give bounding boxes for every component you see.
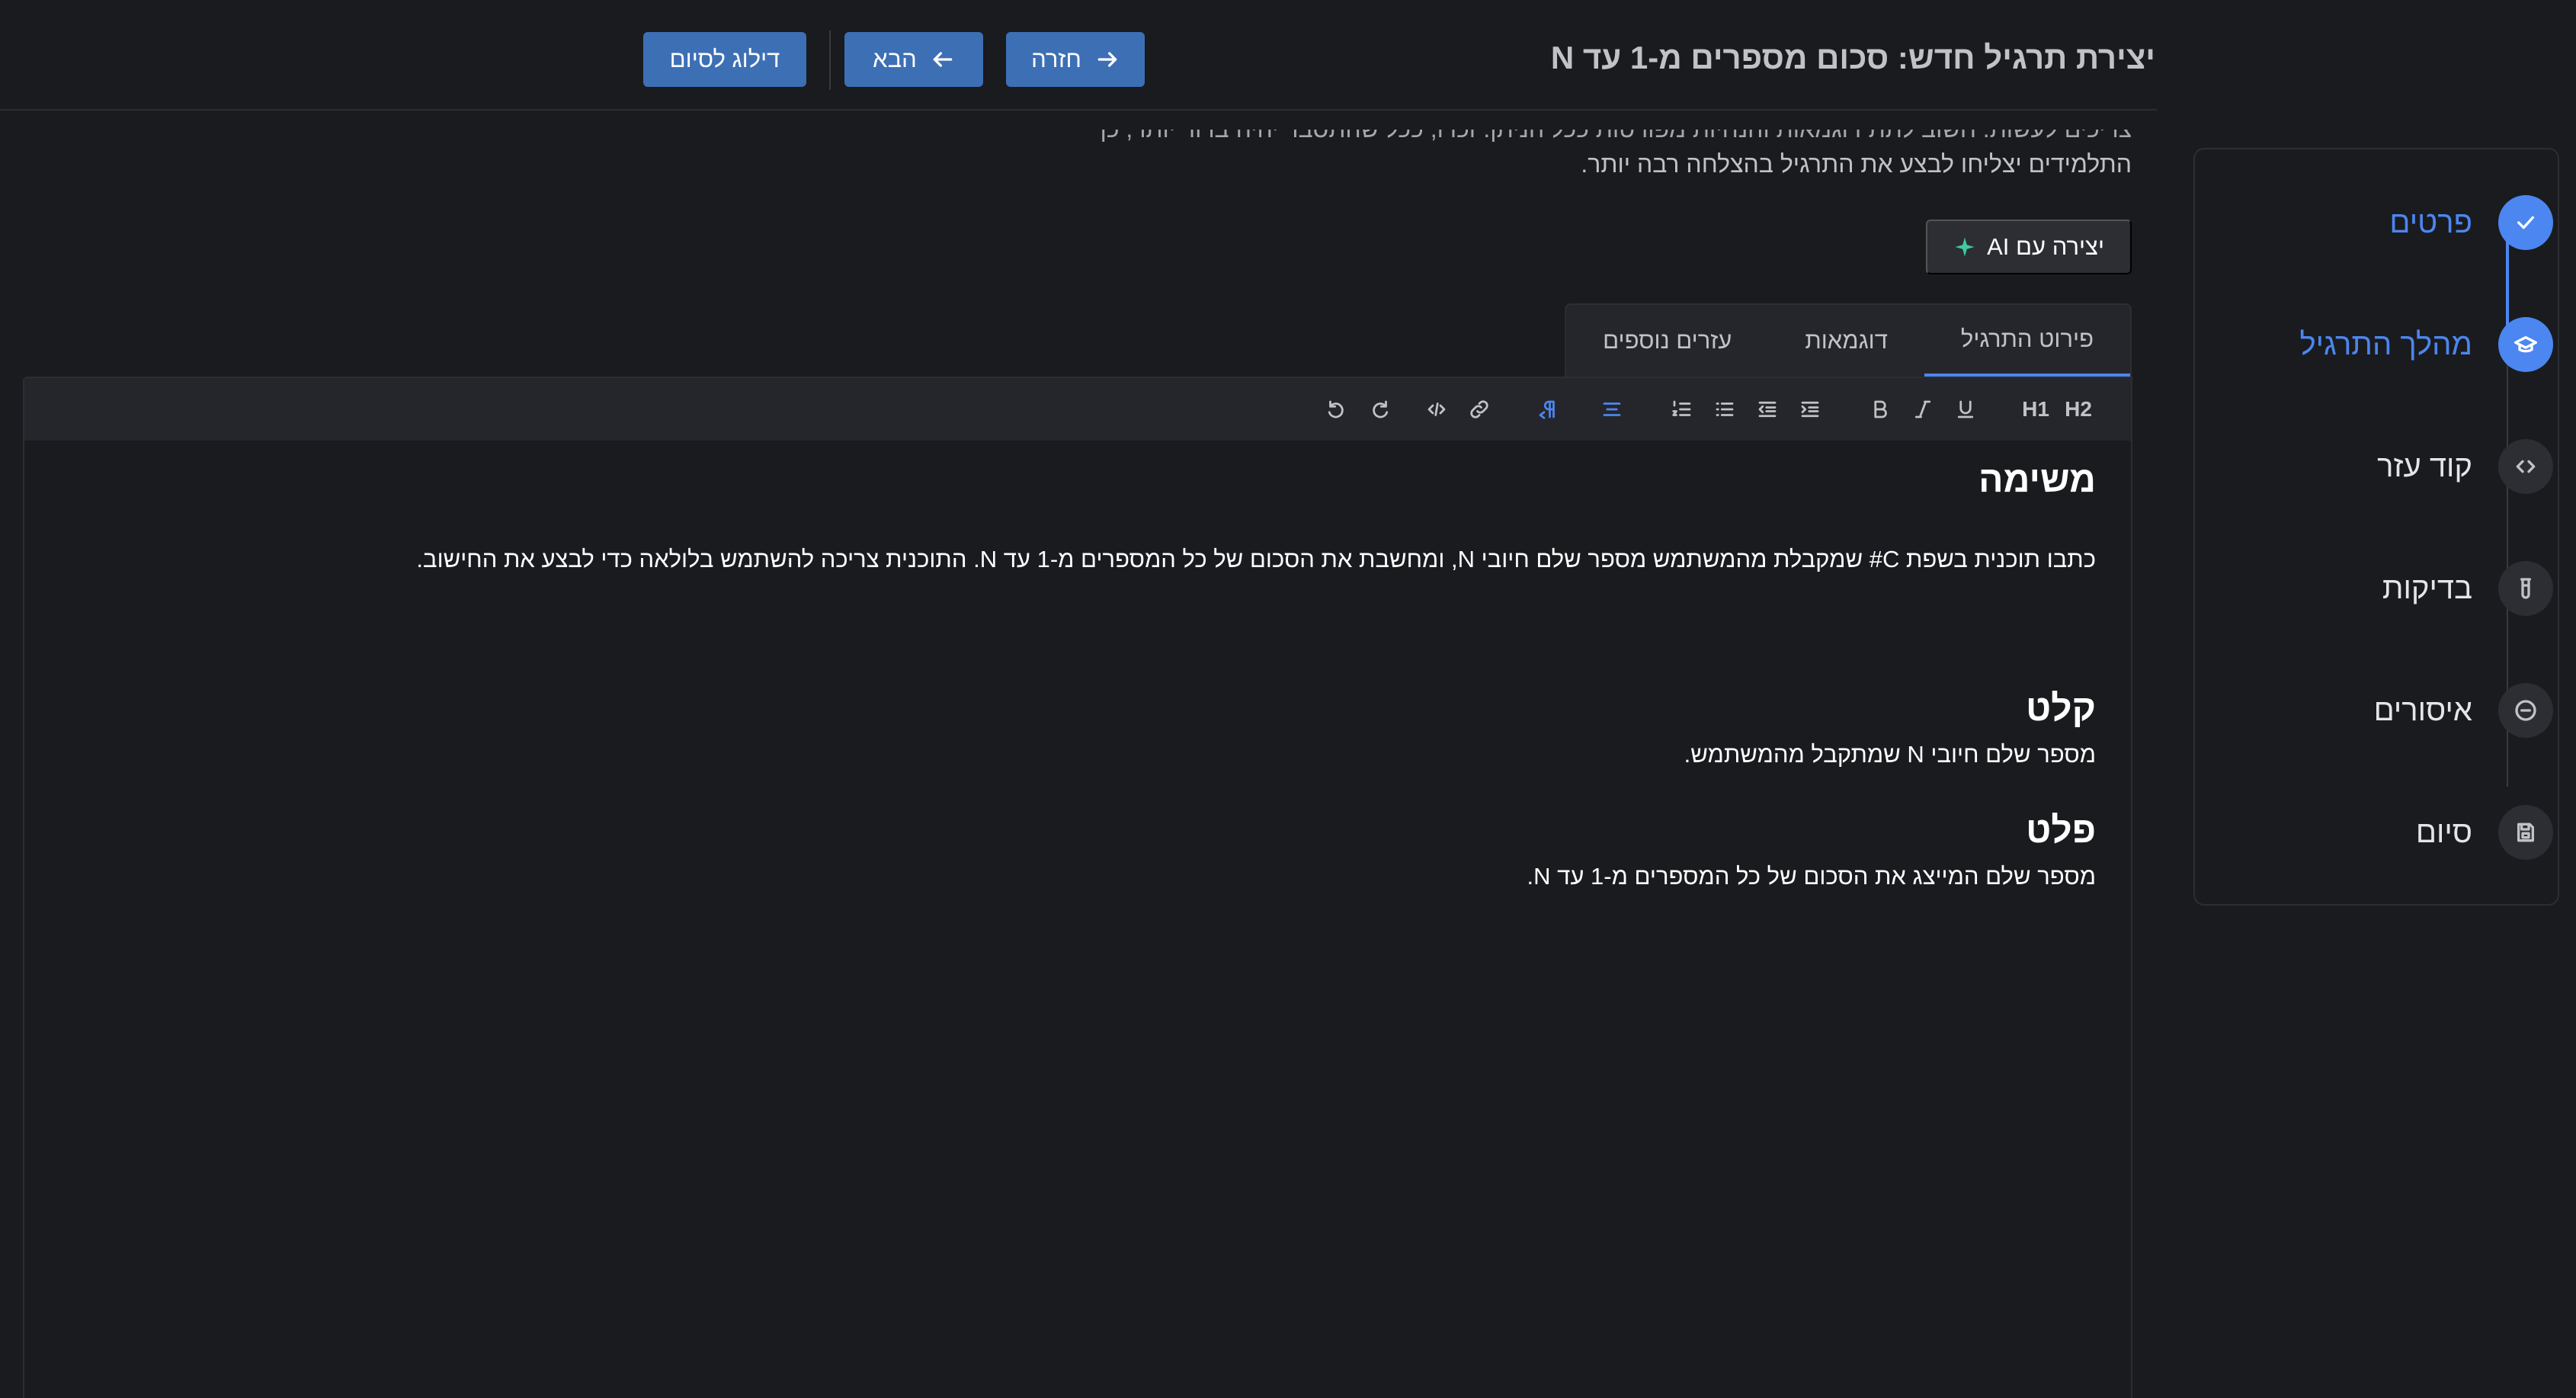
page-title: יצירת תרגיל חדש: סכום מספרים מ-1 עד N <box>1550 40 2155 75</box>
wizard-stepper <box>2193 148 2559 906</box>
align-center-icon <box>1603 402 1621 416</box>
italic-icon <box>1914 400 1931 418</box>
header-divider <box>829 30 831 90</box>
tab-exercise-details[interactable]: פירוט התרגיל <box>1924 305 2130 377</box>
output-text: מספר שלם המייצג את הסכום של כל המספרים מ… <box>1527 863 2096 890</box>
ordered-list-button[interactable] <box>1666 393 1698 425</box>
ai-button-label: יצירה עם AI <box>1987 233 2104 260</box>
indent-icon <box>1801 401 1819 418</box>
instructions-text: צריכים לעשות. חשוב לתת דוגמאות והנחיות מ… <box>988 130 2132 200</box>
undo-icon <box>1328 400 1344 418</box>
task-text: כתבו תוכנית בשפת C# שמקבלת מהמשתמש מספר … <box>416 546 2096 572</box>
step-restrictions[interactable]: איסורים <box>2374 683 2553 738</box>
underline-button[interactable] <box>1950 393 1982 425</box>
redo-icon <box>1373 400 1389 418</box>
input-text: מספר שלם חיובי N שמתקבל מהמשתמש. <box>1684 741 2096 768</box>
heading-2-button[interactable]: H2 <box>2062 393 2094 425</box>
numbered-list-icon <box>1672 400 1691 416</box>
heading-1-label: H1 <box>2022 397 2049 421</box>
content-tabs: פירוט התרגיל דוגמאות עזרים נוספים <box>1565 303 2132 377</box>
bold-button[interactable] <box>1864 393 1896 425</box>
check-icon <box>2517 216 2534 229</box>
code-icon <box>2516 460 2536 473</box>
bold-icon <box>1874 400 1887 418</box>
step-finish-label: סיום <box>2415 815 2472 849</box>
code-icon <box>1427 402 1446 416</box>
bullet-list-button[interactable] <box>1709 393 1741 425</box>
step-details-circle <box>2498 195 2553 250</box>
minus-circle-icon <box>2515 700 2536 721</box>
step-finish-circle <box>2498 805 2553 860</box>
back-button[interactable]: חזרה <box>1006 32 1145 87</box>
arrow-right-icon <box>1097 52 1117 67</box>
underline-icon <box>1957 400 1974 418</box>
step-tests-circle <box>2498 561 2553 616</box>
graduation-cap-icon <box>2514 336 2537 353</box>
save-icon <box>2517 822 2534 842</box>
heading-2-label: H2 <box>2065 397 2092 421</box>
outdent-button[interactable] <box>1751 393 1783 425</box>
test-tube-icon <box>2520 578 2531 599</box>
link-icon <box>1470 400 1488 418</box>
sparkle-icon <box>1955 237 1975 257</box>
instructions-line-1: צריכים לעשות. חשוב לתת דוגמאות והנחיות מ… <box>988 130 2132 146</box>
skip-button-label: דילוג לסיום <box>669 46 780 72</box>
step-restrictions-label: איסורים <box>2373 693 2472 727</box>
tab-additional-aids[interactable]: עזרים נוספים <box>1566 305 1768 377</box>
output-heading: פלט <box>2026 810 2096 851</box>
next-button-label: הבא <box>873 46 917 72</box>
italic-button[interactable] <box>1907 393 1939 425</box>
step-tests-label: בדיקות <box>2382 571 2472 605</box>
list-icon <box>1716 402 1734 416</box>
instructions-line-2: התלמידים יצליחו לבצע את התרגיל בהצלחה רב… <box>1581 150 2132 178</box>
step-tests[interactable]: בדיקות <box>2382 561 2553 616</box>
step-helper-code-label: קוד עזר <box>2377 449 2472 483</box>
next-button[interactable]: הבא <box>844 32 983 87</box>
editor-toolbar: H2 H1 <box>24 378 2131 441</box>
step-finish[interactable]: סיום <box>2416 805 2553 860</box>
step-exercise-flow-label: מהלך התרגיל <box>2299 327 2472 361</box>
text-direction-button[interactable] <box>1532 393 1564 425</box>
align-center-button[interactable] <box>1596 393 1628 425</box>
skip-to-end-button[interactable]: דילוג לסיום <box>643 32 806 87</box>
outdent-icon <box>1758 401 1777 418</box>
step-restrictions-circle <box>2498 683 2553 738</box>
link-button[interactable] <box>1463 393 1495 425</box>
step-exercise-flow-circle <box>2498 317 2553 372</box>
step-details[interactable]: פרטים <box>2389 195 2553 250</box>
pilcrow-rtl-icon <box>1539 400 1555 419</box>
back-button-label: חזרה <box>1031 46 1081 72</box>
step-helper-code-circle <box>2498 439 2553 494</box>
step-exercise-flow[interactable]: מהלך התרגיל <box>2299 317 2553 372</box>
code-block-button[interactable] <box>1421 393 1453 425</box>
indent-button[interactable] <box>1794 393 1826 425</box>
input-heading: קלט <box>2026 688 2096 729</box>
page-header: יצירת תרגיל חדש: סכום מספרים מ-1 עד N חז… <box>0 0 2157 111</box>
step-details-label: פרטים <box>2389 205 2472 239</box>
redo-button[interactable] <box>1364 393 1396 425</box>
task-heading: משימה <box>1978 460 2096 500</box>
arrow-left-icon <box>933 52 953 67</box>
tab-examples[interactable]: דוגמאות <box>1768 305 1924 377</box>
generate-with-ai-button[interactable]: יצירה עם AI <box>1926 220 2132 274</box>
step-helper-code[interactable]: קוד עזר <box>2377 439 2553 494</box>
heading-1-button[interactable]: H1 <box>2020 393 2052 425</box>
rich-text-editor: H2 H1 משימה כתבו תוכנית בשפת C# שמקבלת מ… <box>23 377 2132 1398</box>
undo-button[interactable] <box>1320 393 1352 425</box>
